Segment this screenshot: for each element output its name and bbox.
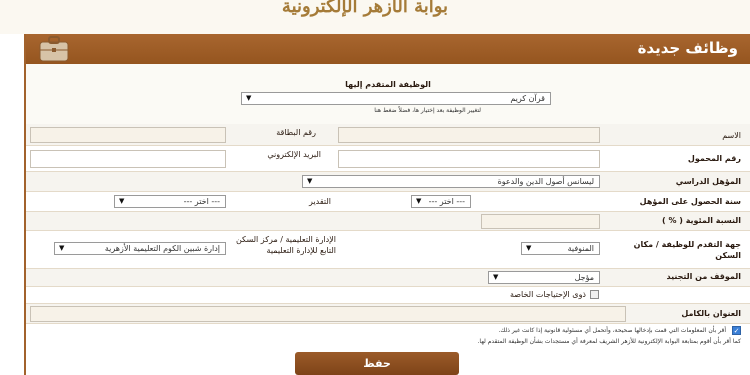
panel-header: وظائف جديدة: [26, 34, 750, 64]
address-input[interactable]: [30, 306, 626, 322]
qualification-value: ليسانس أصول الدين والدعوة: [497, 177, 594, 186]
email-input[interactable]: [30, 150, 226, 168]
mobile-input[interactable]: [338, 150, 600, 168]
job-label: الوظيفة المتقدم إليها: [345, 80, 431, 89]
year-value: --- اختر ---: [428, 197, 465, 206]
residence-select[interactable]: ▼ المنوفية: [521, 242, 600, 255]
residence-label: جهة التقدم للوظيفة / مكان السكن: [633, 240, 741, 260]
grade-select[interactable]: ▼ --- اختر ---: [114, 195, 226, 208]
name-label: الاسم: [722, 131, 741, 140]
name-input[interactable]: [338, 127, 600, 143]
chevron-down-icon: ▼: [119, 197, 125, 205]
military-label: الموقف من التجنيد: [666, 272, 741, 281]
address-label: العنوان بالكامل: [681, 309, 741, 318]
chevron-down-icon: ▼: [307, 177, 313, 185]
save-button[interactable]: حفظ: [295, 352, 459, 375]
chevron-down-icon: ▼: [493, 273, 499, 281]
job-hint[interactable]: لتغيير الوظيفة بعد إختيار ها، فضلاً ضغط …: [276, 107, 481, 114]
chevron-down-icon: ▼: [526, 244, 532, 252]
admin-select[interactable]: ▼ إدارة شبين الكوم التعليمية الأزهرية: [54, 242, 226, 255]
new-jobs-panel: وظائف جديدة الوظيفة المتقدم إليها ▼ قرآن…: [24, 34, 750, 375]
admin-value: إدارة شبين الكوم التعليمية الأزهرية: [104, 244, 220, 253]
special-needs-label: ذوى الإحتياجات الخاصة: [509, 290, 586, 299]
special-needs-checkbox[interactable]: [590, 290, 599, 299]
page-title: وظائف جديدة: [637, 39, 738, 57]
row-military: [26, 269, 750, 287]
percentage-label: النسبة المئوية ( % ): [662, 216, 741, 225]
portal-logo: بوابة الأزهر الإلكترونية: [281, 0, 449, 17]
id-input[interactable]: [30, 127, 226, 143]
year-label: سنة الحصول على المؤهل: [639, 197, 741, 206]
row-special-needs: [26, 287, 750, 304]
grade-value: --- اختر ---: [183, 197, 220, 206]
qualification-label: المؤهل الدراسي: [675, 177, 741, 186]
chevron-down-icon: ▼: [416, 197, 422, 205]
email-label: البريد الإلكتروني: [267, 150, 321, 159]
portal-logo-strip: بوابة الأزهر الإلكترونية: [0, 0, 750, 34]
chevron-down-icon: ▼: [246, 94, 252, 102]
briefcase-icon: [39, 36, 69, 62]
job-select[interactable]: ▼ قرآن كريم: [241, 92, 551, 105]
year-select[interactable]: ▼ --- اختر ---: [411, 195, 471, 208]
qualification-select[interactable]: ▼ ليسانس أصول الدين والدعوة: [302, 175, 600, 188]
admin-label: الإدارة التعليمية / مركز السكن التابع لل…: [235, 235, 336, 255]
chevron-down-icon: ▼: [59, 244, 65, 252]
mobile-label: رقم المحمول: [687, 154, 741, 163]
grade-label: التقدير: [309, 197, 331, 206]
percentage-input[interactable]: [481, 214, 600, 229]
agreement-line-1: أقر بأن المعلومات التي قمت بإدخالها صحيح…: [498, 327, 726, 334]
agreement-line-2: كما أقر بأن أقوم بمتابعة البوابة الإلكتر…: [477, 338, 741, 345]
military-value: مؤجل: [574, 273, 594, 282]
id-label: رقم البطاقة: [276, 128, 316, 137]
job-select-value: قرآن كريم: [510, 94, 545, 103]
agree-checkbox[interactable]: ✓: [732, 326, 741, 335]
military-select[interactable]: ▼ مؤجل: [488, 271, 600, 284]
residence-value: المنوفية: [567, 244, 594, 253]
